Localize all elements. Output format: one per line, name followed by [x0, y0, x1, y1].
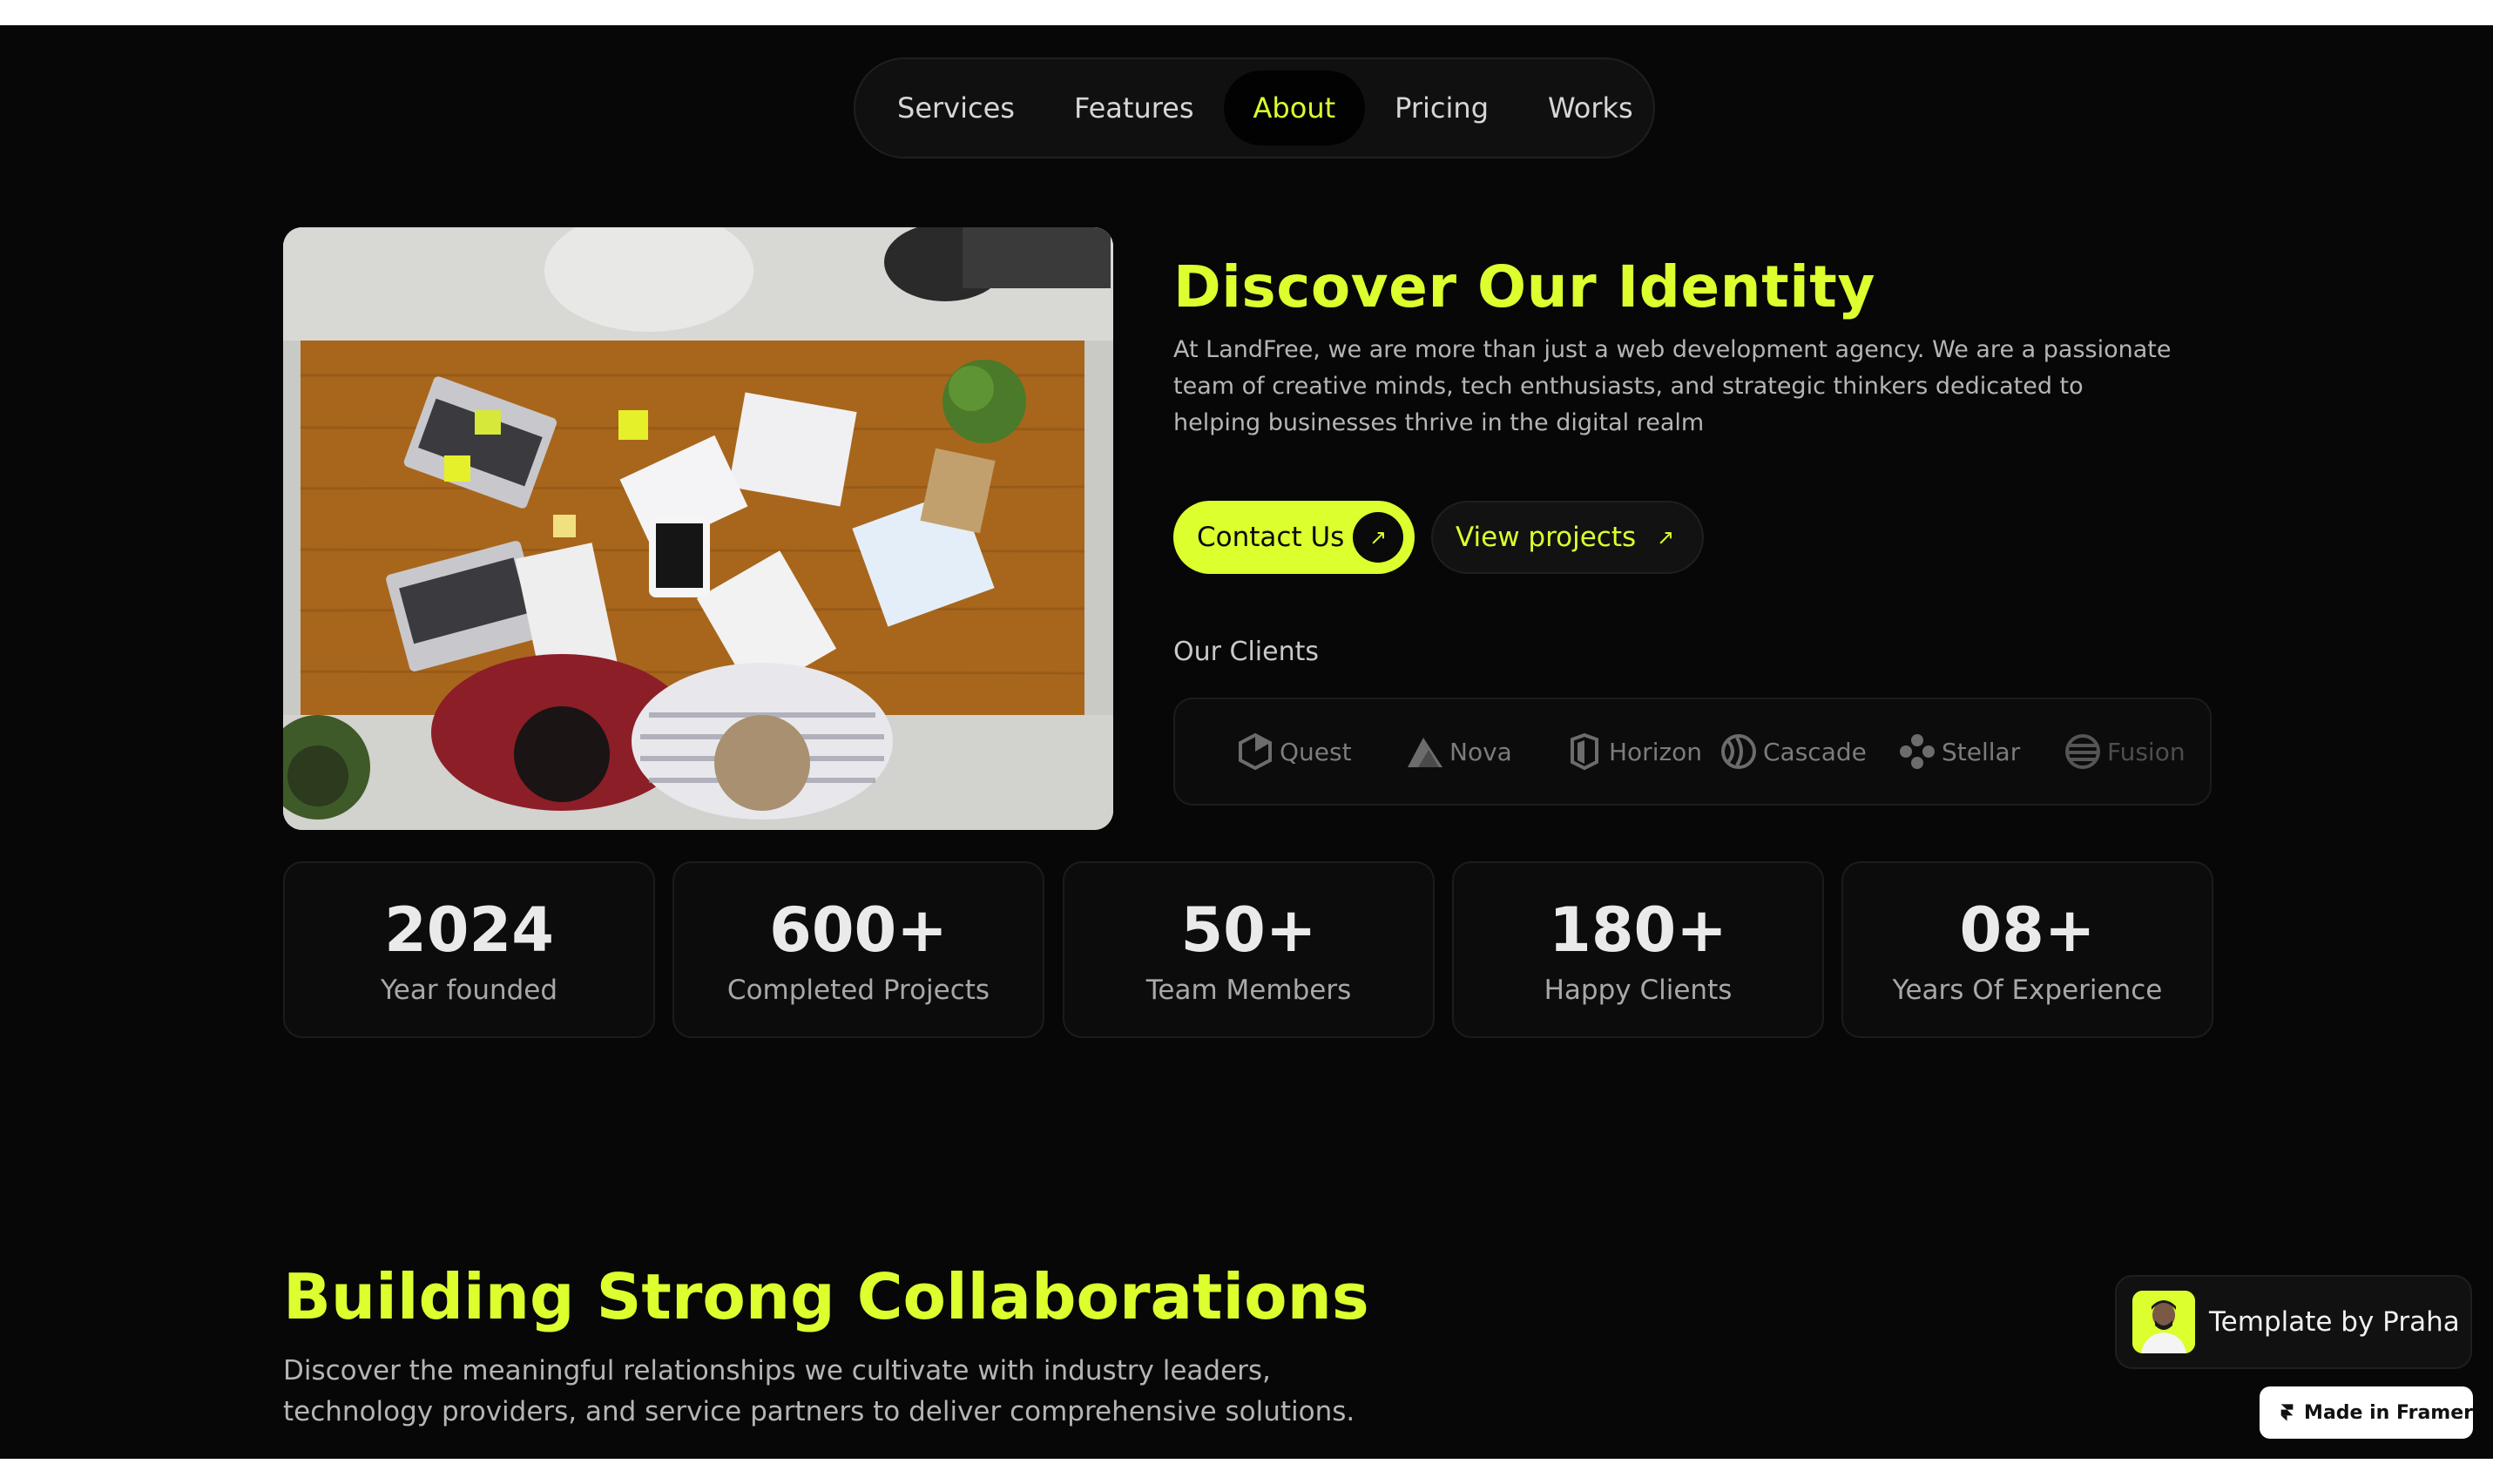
- view-projects-button[interactable]: View projects ↗: [1431, 501, 1704, 574]
- stat-value: 180+: [1549, 894, 1727, 966]
- framer-logo-icon: [2280, 1404, 2294, 1421]
- clients-strip: Quest Nova Horizon Cascade Stellar Fusio…: [1173, 698, 2212, 806]
- stat-card: 08+ Years Of Experience: [1841, 861, 2213, 1038]
- clients-label: Our Clients: [1173, 637, 1319, 667]
- hexagon-icon: [1239, 732, 1272, 771]
- contact-us-button[interactable]: Contact Us ↗: [1173, 501, 1415, 574]
- nav-item-about[interactable]: About: [1223, 71, 1366, 145]
- about-description: At LandFree, we are more than just a web…: [1173, 336, 2172, 436]
- team-photo: [283, 227, 1113, 830]
- stat-value: 2024: [384, 894, 554, 966]
- client-name: Stellar: [1942, 737, 2021, 766]
- client-logo-nova: Nova: [1406, 699, 1512, 804]
- made-in-framer-badge[interactable]: Made in Framer: [2260, 1386, 2473, 1439]
- top-nav: Services Features About Pricing Works: [854, 57, 1655, 159]
- stat-value: 08+: [1959, 894, 2096, 966]
- flower-icon: [1900, 734, 1935, 769]
- stat-card: 2024 Year founded: [283, 861, 655, 1038]
- client-name: Nova: [1449, 737, 1512, 766]
- template-badge[interactable]: Template by Praha: [2115, 1275, 2472, 1369]
- stat-card: 50+ Team Members: [1063, 861, 1435, 1038]
- client-logo-stellar: Stellar: [1898, 699, 2020, 804]
- page: Services Features About Pricing Works Di…: [0, 25, 2493, 1459]
- stat-label: Year founded: [380, 975, 558, 1006]
- avatar: [2132, 1291, 2195, 1353]
- mountain-icon: [1408, 738, 1442, 767]
- about-title: Discover Our Identity: [1173, 253, 1875, 320]
- stat-value: 600+: [769, 894, 948, 966]
- collab-description: Discover the meaningful relationships we…: [283, 1355, 1355, 1427]
- client-name: Horizon: [1609, 737, 1703, 766]
- stat-label: Years Of Experience: [1892, 975, 2163, 1006]
- client-logo-cascade: Cascade: [1719, 699, 1867, 804]
- view-projects-label: View projects: [1456, 522, 1637, 553]
- client-logo-fusion: Fusion: [2064, 699, 2186, 804]
- stat-card: 600+ Completed Projects: [672, 861, 1044, 1038]
- collab-title: Building Strong Collaborations: [283, 1260, 1369, 1333]
- nav-item-works[interactable]: Works: [1518, 71, 1663, 145]
- arrow-up-right-icon: ↗: [1353, 512, 1403, 563]
- shield-icon: [1571, 732, 1598, 771]
- globe-stripes-icon: [2065, 734, 2100, 769]
- stat-label: Team Members: [1145, 975, 1352, 1006]
- stat-label: Happy Clients: [1544, 975, 1733, 1006]
- stat-card: 180+ Happy Clients: [1452, 861, 1824, 1038]
- stat-value: 50+: [1180, 894, 1317, 966]
- wave-circle-icon: [1721, 734, 1756, 769]
- client-name: Quest: [1280, 737, 1352, 766]
- client-name: Fusion: [2107, 737, 2186, 766]
- nav-item-services[interactable]: Services: [868, 71, 1044, 145]
- client-logo-quest: Quest: [1236, 699, 1352, 804]
- nav-item-pricing[interactable]: Pricing: [1365, 71, 1518, 145]
- framer-label: Made in Framer: [2304, 1401, 2473, 1424]
- arrow-up-right-icon: ↗: [1656, 525, 1675, 550]
- client-name: Cascade: [1763, 737, 1867, 766]
- stat-label: Completed Projects: [726, 975, 990, 1006]
- contact-us-label: Contact Us: [1197, 522, 1345, 553]
- nav-item-features[interactable]: Features: [1044, 71, 1224, 145]
- client-logo-horizon: Horizon: [1565, 699, 1702, 804]
- template-label: Template by Praha: [2209, 1306, 2460, 1338]
